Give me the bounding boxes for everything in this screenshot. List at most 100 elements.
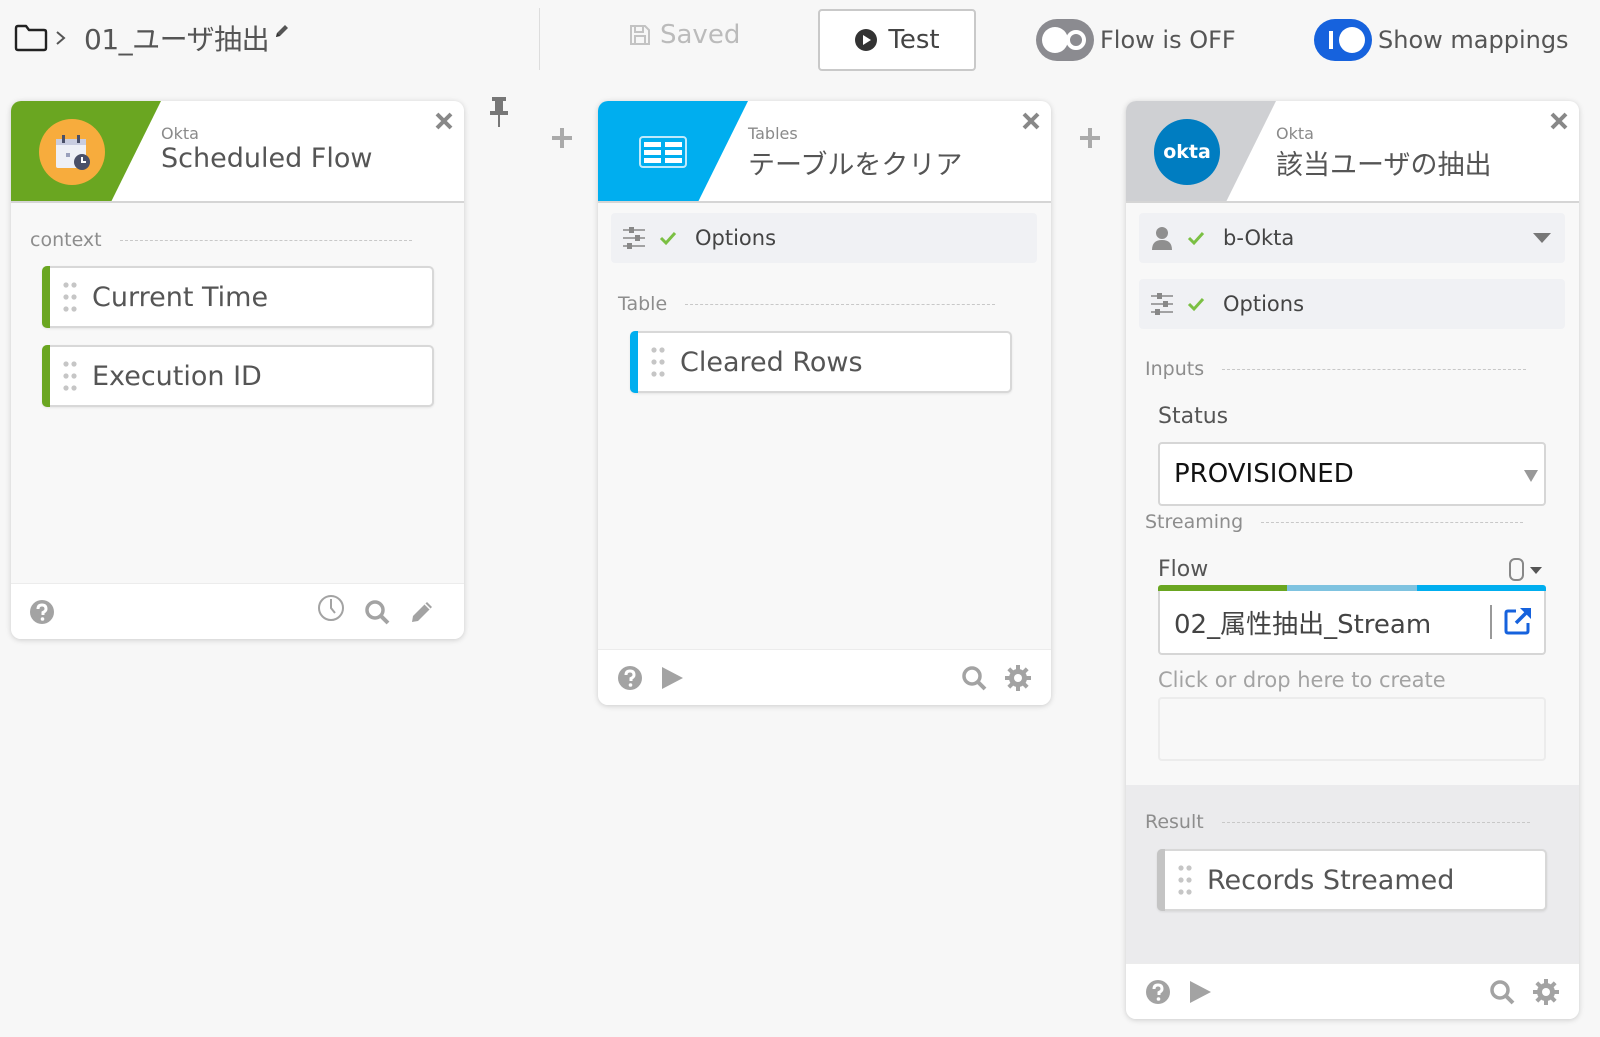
pill-label: Current Time <box>92 281 269 313</box>
search-icon[interactable] <box>960 664 988 692</box>
section-label: context <box>30 229 102 251</box>
okta-logo: okta <box>1154 119 1220 185</box>
flow-label: Flow <box>1158 557 1209 582</box>
pencil-icon[interactable] <box>273 22 291 40</box>
add-step-icon[interactable] <box>1079 127 1101 149</box>
okta-logo-text: okta <box>1163 141 1211 163</box>
breadcrumb: 01_ユーザ抽出 <box>14 18 291 58</box>
output-pill[interactable]: Records Streamed <box>1157 849 1547 911</box>
pill-color-bar <box>1157 849 1165 911</box>
calendar-clock-icon <box>39 119 105 185</box>
help-icon[interactable] <box>1144 978 1172 1006</box>
search-icon[interactable] <box>363 598 391 626</box>
add-step-icon[interactable] <box>551 127 573 149</box>
sliders-icon <box>623 227 645 249</box>
pill-color-bar <box>42 266 50 328</box>
show-mappings-label: Show mappings <box>1378 26 1569 54</box>
card-title[interactable]: Scheduled Flow <box>161 143 372 174</box>
flow-field[interactable]: 02_属性抽出_Stream <box>1158 591 1546 655</box>
field-separator <box>1490 605 1492 639</box>
drag-handle-icon[interactable] <box>1177 862 1193 898</box>
options-label: Options <box>695 226 777 250</box>
section-label: Result <box>1145 811 1204 833</box>
toggle-off-icon <box>1042 27 1086 53</box>
section-inputs: Inputs <box>1145 358 1527 380</box>
dashed-divider <box>685 303 996 305</box>
test-label: Test <box>888 25 940 55</box>
status-value: PROVISIONED <box>1174 459 1354 489</box>
drop-zone[interactable] <box>1158 697 1546 761</box>
play-icon[interactable] <box>658 664 686 692</box>
play-circle-icon <box>855 29 878 51</box>
field-type-icon[interactable] <box>1508 557 1546 583</box>
pill-label: Records Streamed <box>1207 864 1455 896</box>
play-icon[interactable] <box>1186 978 1214 1006</box>
section-label: Table <box>618 293 668 315</box>
gear-icon[interactable] <box>1532 978 1560 1006</box>
status-select[interactable]: PROVISIONED <box>1158 442 1546 506</box>
folder-icon[interactable] <box>14 24 48 52</box>
flow-toggle[interactable]: Flow is OFF <box>1036 19 1236 61</box>
top-bar: 01_ユーザ抽出 Saved Test Flow is OFF Show map… <box>0 0 1600 76</box>
help-icon[interactable] <box>28 598 56 626</box>
close-icon[interactable] <box>434 111 454 131</box>
save-icon <box>630 25 650 45</box>
close-icon[interactable] <box>1021 111 1041 131</box>
pill-color-bar <box>630 331 638 393</box>
app-name: Okta <box>161 124 199 143</box>
card-clear-table: Tables テーブルをクリア Options Table Cleared Ro… <box>598 101 1051 705</box>
chevron-down-icon[interactable] <box>1533 233 1551 243</box>
flow-name[interactable]: 01_ユーザ抽出 <box>84 18 270 58</box>
test-button[interactable]: Test <box>818 9 976 71</box>
section-result: Result <box>1145 811 1530 833</box>
section-streaming: Streaming <box>1145 511 1524 533</box>
flow-toggle-switch[interactable] <box>1036 19 1094 61</box>
show-mappings-switch[interactable] <box>1314 19 1372 61</box>
card-title[interactable]: テーブルをクリア <box>748 143 962 182</box>
output-pill[interactable]: Execution ID <box>42 345 434 407</box>
flow-value: 02_属性抽出_Stream <box>1174 609 1432 640</box>
dashed-divider <box>1221 821 1530 823</box>
card-footer <box>11 583 464 639</box>
check-icon <box>659 231 677 246</box>
drag-handle-icon[interactable] <box>62 279 78 315</box>
card-title[interactable]: 該当ユーザの抽出 <box>1276 143 1491 182</box>
connection-label: b-Okta <box>1223 226 1295 250</box>
options-row[interactable]: Options <box>611 213 1037 263</box>
user-icon <box>1152 227 1172 250</box>
output-pill[interactable]: Cleared Rows <box>630 331 1012 393</box>
card-scheduled-flow: Okta Scheduled Flow context Current Time… <box>11 101 464 639</box>
pin-icon[interactable] <box>488 95 510 129</box>
gear-icon[interactable] <box>1004 664 1032 692</box>
check-icon <box>1187 297 1205 312</box>
check-icon <box>1187 231 1205 246</box>
section-label: Streaming <box>1145 511 1244 533</box>
connection-row[interactable]: b-Okta <box>1139 213 1565 263</box>
show-mappings-toggle[interactable]: Show mappings <box>1314 19 1569 61</box>
drag-handle-icon[interactable] <box>650 344 666 380</box>
help-icon[interactable] <box>616 664 644 692</box>
edit-icon[interactable] <box>408 598 436 626</box>
clock-icon[interactable] <box>317 594 345 622</box>
section-label: Inputs <box>1145 358 1205 380</box>
pill-color-bar <box>42 345 50 407</box>
dashed-divider <box>1222 368 1527 370</box>
output-pill[interactable]: Current Time <box>42 266 434 328</box>
drop-hint: Click or drop here to create <box>1158 668 1446 692</box>
card-list-users: okta Okta 該当ユーザの抽出 b-Okta Options Inputs… <box>1126 101 1579 1019</box>
section-context: context <box>30 229 412 251</box>
drag-handle-icon[interactable] <box>62 358 78 394</box>
options-row[interactable]: Options <box>1139 279 1565 329</box>
search-icon[interactable] <box>1488 978 1516 1006</box>
external-link-icon[interactable] <box>1502 605 1534 637</box>
pill-label: Execution ID <box>92 360 262 392</box>
flow-toggle-label: Flow is OFF <box>1100 26 1236 54</box>
toolbar-divider <box>539 8 540 70</box>
chevron-right-icon <box>56 31 66 45</box>
dropdown-arrow-icon <box>1524 470 1538 482</box>
table-icon <box>630 119 696 185</box>
close-icon[interactable] <box>1549 111 1569 131</box>
sliders-icon <box>1151 293 1173 315</box>
card-footer <box>598 649 1051 705</box>
card-header: Okta Scheduled Flow <box>11 101 464 203</box>
